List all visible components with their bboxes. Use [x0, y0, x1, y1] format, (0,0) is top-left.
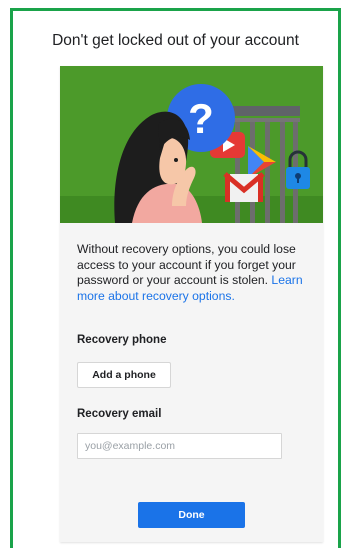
recovery-card: ? Without recovery options, you could lo… — [60, 66, 323, 542]
svg-text:?: ? — [188, 95, 214, 142]
recovery-intro: Without recovery options, you could lose… — [77, 242, 315, 304]
page-title: Don't get locked out of your account — [52, 32, 299, 49]
done-button[interactable]: Done — [138, 502, 245, 528]
recovery-email-label: Recovery email — [77, 408, 162, 420]
recovery-email-input[interactable] — [77, 433, 282, 459]
add-phone-button[interactable]: Add a phone — [77, 362, 171, 388]
recovery-phone-label: Recovery phone — [77, 334, 167, 346]
page-frame: Don't get locked out of your account ? W… — [10, 8, 341, 548]
gmail-icon — [223, 172, 265, 202]
locked-account-illustration: ? — [60, 66, 323, 223]
intro-text: Without recovery options, you could lose… — [77, 242, 296, 287]
